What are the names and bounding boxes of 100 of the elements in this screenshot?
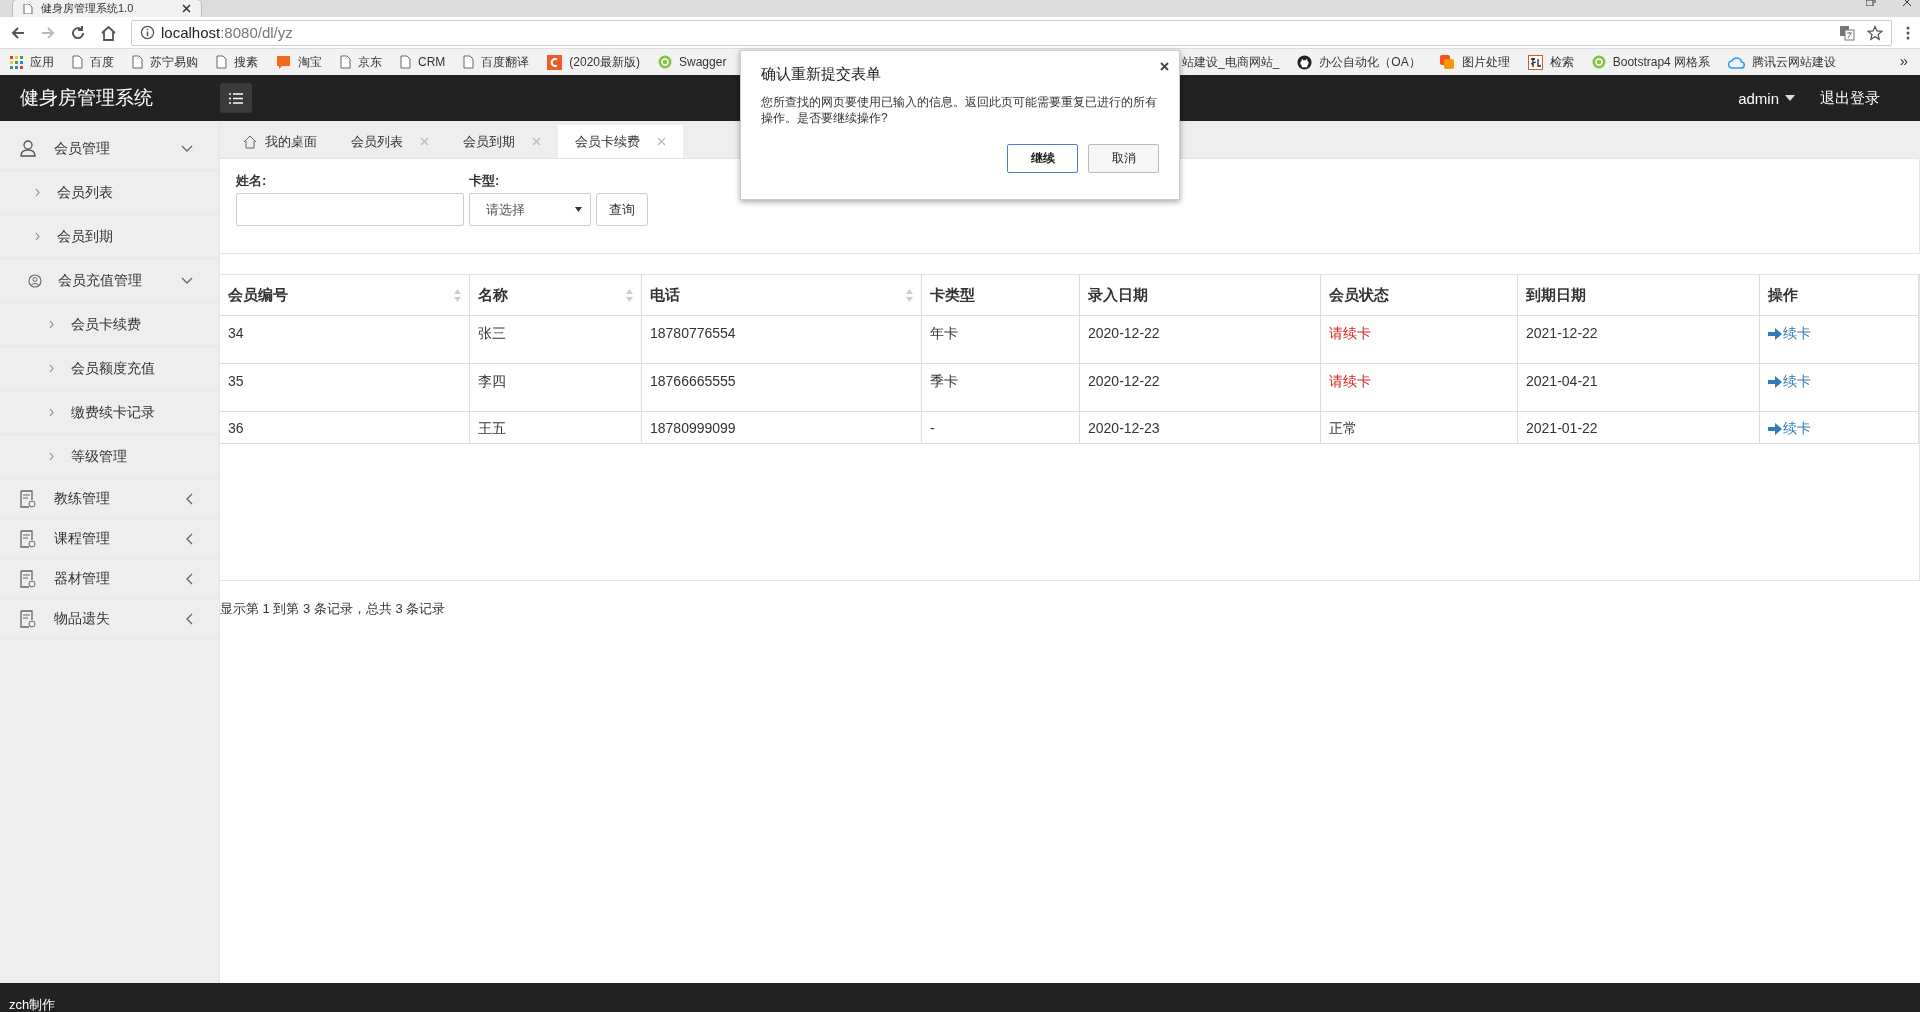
table-cell: 请续卡 bbox=[1320, 363, 1518, 412]
column-header: 操作 bbox=[1759, 275, 1919, 316]
card-type-dropdown[interactable]: 请选择 bbox=[469, 193, 591, 226]
framed-glyph-icon bbox=[1527, 54, 1543, 70]
star-icon[interactable] bbox=[1867, 24, 1883, 41]
bookmark-label[interactable]: 苏宁易购 bbox=[150, 53, 198, 71]
page-tab[interactable]: 我的桌面 bbox=[226, 125, 334, 158]
dialog-button[interactable]: 取消 bbox=[1088, 144, 1159, 173]
address-bar[interactable]: localhost:8080/dl/yz bbox=[131, 19, 1892, 46]
sidebar-item[interactable]: 会员卡续费 bbox=[0, 303, 219, 347]
page-icon bbox=[340, 55, 351, 69]
page-tab[interactable]: 会员列表 bbox=[334, 125, 446, 158]
bookmark-label[interactable]: 淘宝 bbox=[298, 53, 322, 71]
sidebar-item[interactable]: 会员额度充值 bbox=[0, 347, 219, 391]
menu-icon[interactable] bbox=[1906, 24, 1910, 41]
cat-silhouette-icon bbox=[1297, 54, 1313, 70]
back-icon[interactable] bbox=[10, 24, 26, 41]
table-cell: 2020-12-22 bbox=[1079, 315, 1321, 364]
menu-toggle-button[interactable] bbox=[220, 83, 252, 113]
user-menu[interactable]: admin bbox=[1738, 89, 1795, 107]
renew-link[interactable]: 续卡 bbox=[1768, 325, 1811, 343]
bookmark-label[interactable]: Swagger bbox=[679, 55, 727, 69]
sidebar-item[interactable]: 会员充值管理 bbox=[0, 259, 219, 303]
name-input-field[interactable] bbox=[236, 193, 464, 226]
query-button[interactable]: 查询 bbox=[596, 193, 648, 226]
home-icon[interactable] bbox=[100, 24, 117, 41]
field-label: 姓名: bbox=[236, 172, 268, 190]
bookmark-label[interactable]: (2020最新版) bbox=[569, 53, 640, 71]
column-header: 录入日期 bbox=[1079, 275, 1321, 316]
table-cell: 36 bbox=[220, 411, 470, 444]
bookmark-label[interactable]: 办公自动化（OA） bbox=[1319, 53, 1421, 71]
sidebar-item[interactable]: 物品遗失 bbox=[0, 599, 219, 639]
bookmark-label[interactable]: 腾讯云网站建设 bbox=[1752, 53, 1837, 71]
sidebar-item[interactable]: 会员到期 bbox=[0, 215, 219, 259]
browser-tab[interactable]: 健身房管理系统1.0 bbox=[12, 0, 202, 17]
user-icon bbox=[20, 140, 36, 157]
page-icon bbox=[23, 3, 33, 14]
chevron-right-icon bbox=[49, 452, 54, 461]
table-cell: 18766665555 bbox=[641, 363, 922, 412]
pagination-info: 显示第 1 到第 3 条记录，总共 3 条记录 bbox=[220, 600, 447, 618]
translate-icon[interactable] bbox=[1839, 24, 1855, 41]
table-cell: 35 bbox=[220, 363, 470, 412]
close-icon[interactable] bbox=[1160, 62, 1169, 71]
sidebar-item[interactable]: 等级管理 bbox=[0, 435, 219, 479]
info-icon[interactable] bbox=[140, 25, 155, 40]
bookmark-label[interactable]: 百度 bbox=[90, 53, 114, 71]
logout-link[interactable]: 退出登录 bbox=[1820, 88, 1880, 108]
dialog-button[interactable]: 继续 bbox=[1007, 144, 1078, 173]
sidebar-item[interactable]: 器材管理 bbox=[0, 559, 219, 599]
table-cell: 2021-04-21 bbox=[1517, 363, 1760, 412]
chevron-down-icon bbox=[181, 145, 193, 152]
page-icon bbox=[216, 55, 227, 69]
field-label: 卡型: bbox=[469, 172, 501, 190]
round-logo-icon bbox=[1591, 55, 1606, 69]
table-cell: - bbox=[921, 411, 1080, 444]
bookmark-label[interactable]: 百度翻译 bbox=[481, 53, 530, 71]
page-tab[interactable]: 会员到期 bbox=[446, 125, 558, 158]
restore-window-icon[interactable] bbox=[1866, 0, 1876, 6]
sidebar-item[interactable]: 会员管理 bbox=[0, 127, 219, 171]
column-header[interactable]: 名称 bbox=[469, 275, 642, 316]
bookmark-label[interactable]: 京东 bbox=[358, 53, 382, 71]
arrow-right-icon bbox=[1768, 376, 1782, 388]
renew-link[interactable]: 续卡 bbox=[1768, 373, 1811, 391]
arrow-right-icon bbox=[1768, 328, 1782, 340]
dialog-message: 您所查找的网页要使用已输入的信息。返回此页可能需要重复已进行的所有操作。是否要继续操作? bbox=[761, 94, 1158, 126]
bookmark-label[interactable]: 检索 bbox=[1549, 53, 1574, 71]
bookmark-label[interactable]: 图片处理 bbox=[1461, 53, 1510, 71]
close-icon[interactable] bbox=[1902, 0, 1912, 6]
sidebar-item[interactable]: 课程管理 bbox=[0, 519, 219, 559]
sidebar-item[interactable]: 教练管理 bbox=[0, 479, 219, 519]
page-tab[interactable]: 会员卡续费 bbox=[558, 125, 683, 158]
sidebar-item[interactable]: 缴费续卡记录 bbox=[0, 391, 219, 435]
chevron-left-icon bbox=[186, 612, 193, 625]
column-header[interactable]: 会员编号 bbox=[220, 275, 470, 316]
app-title: 健身房管理系统 bbox=[19, 86, 154, 110]
table-cell: 2021-12-22 bbox=[1517, 315, 1760, 364]
apps-grid-icon bbox=[10, 55, 23, 69]
page-icon bbox=[463, 55, 475, 69]
bookmark-label[interactable]: CRM bbox=[418, 55, 446, 69]
table-cell: 年卡 bbox=[921, 315, 1080, 364]
bookmark-label[interactable]: 站建设_电商网站_ bbox=[1182, 53, 1280, 71]
table-cell: 2020-12-23 bbox=[1079, 411, 1321, 444]
table-cell: 18780999099 bbox=[641, 411, 922, 444]
bookmark-label[interactable]: Bootstrap4 网格系 bbox=[1612, 53, 1711, 71]
column-header[interactable]: 电话 bbox=[641, 275, 922, 316]
table-cell: 季卡 bbox=[921, 363, 1080, 412]
renew-link[interactable]: 续卡 bbox=[1768, 420, 1811, 438]
speech-bubble-icon bbox=[276, 54, 291, 70]
sidebar-item[interactable]: 会员列表 bbox=[0, 171, 219, 215]
bookmark-label[interactable]: 应用 bbox=[30, 53, 54, 71]
chevron-left-icon bbox=[186, 492, 193, 505]
round-logo-icon bbox=[658, 55, 672, 69]
table-cell: 34 bbox=[220, 315, 470, 364]
more-bookmarks-button[interactable]: » bbox=[1899, 52, 1908, 69]
bookmark-label[interactable]: 搜素 bbox=[234, 53, 258, 71]
table-cell: 请续卡 bbox=[1320, 315, 1518, 364]
close-icon[interactable] bbox=[182, 4, 191, 13]
column-header: 到期日期 bbox=[1517, 275, 1760, 316]
reload-icon[interactable] bbox=[70, 24, 86, 41]
overlapping-squares-icon bbox=[1438, 54, 1455, 70]
